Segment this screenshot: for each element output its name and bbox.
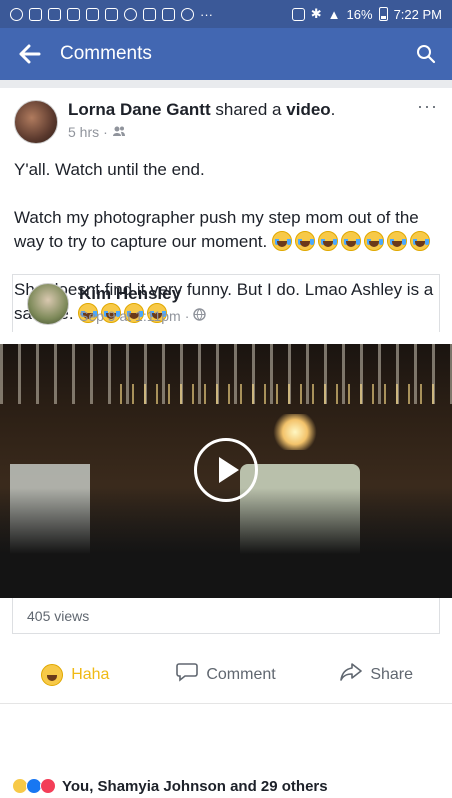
shared-timestamp[interactable]: Sep 9 at 1:11pm (79, 308, 181, 324)
shared-post: Kim Hensley Sep 9 at 1:11pm · (0, 274, 452, 332)
battery-icon (378, 7, 388, 21)
separator-dot: · (184, 307, 190, 324)
post-headline: Lorna Dane Gantt shared a video. (68, 100, 336, 119)
facebook-notification-icon (48, 7, 61, 21)
post-header: Lorna Dane Gantt shared a video. 5 hrs ·… (0, 88, 452, 144)
search-icon[interactable] (400, 44, 452, 64)
laugh-crying-emoji-icon (409, 231, 430, 251)
share-icon (340, 662, 363, 687)
clock-time: 7:22 PM (393, 6, 442, 22)
share-label: Share (370, 665, 414, 683)
instagram-icon (67, 7, 80, 21)
back-arrow-icon[interactable] (0, 44, 60, 64)
laugh-crying-emoji-icon (386, 231, 407, 251)
notification-icons: ··· (10, 7, 213, 22)
image-icon (162, 7, 175, 21)
messenger-icon (181, 7, 194, 21)
play-button-icon[interactable] (194, 438, 258, 502)
alarm-icon (291, 7, 305, 21)
post-paragraph: Y'all. Watch until the end. (14, 160, 205, 179)
reactions-summary[interactable]: You, Shamyia Johnson and 29 others (0, 774, 452, 798)
post-action-object[interactable]: video (286, 100, 330, 119)
mail-icon (86, 7, 99, 21)
comment-button[interactable]: Comment (151, 646, 302, 703)
post-actions: Haha Comment Share (0, 646, 452, 704)
app-bar: Comments (0, 28, 452, 80)
app-icon (105, 7, 118, 21)
post-action-text: shared a (215, 100, 282, 119)
bluetooth-icon: ✱ (310, 6, 322, 21)
more-notifications-icon: ··· (200, 6, 213, 22)
mail-icon (143, 7, 156, 21)
status-bar: ··· ✱ ▲ 16% 7:22 PM (0, 0, 452, 28)
video-player[interactable] (0, 344, 452, 598)
separator-dot: · (103, 124, 108, 140)
share-button[interactable]: Share (301, 646, 452, 703)
app-icon (124, 7, 137, 21)
video-frame-detail (270, 414, 320, 450)
page-title: Comments (60, 43, 152, 64)
video-frame-detail (120, 384, 440, 404)
post-paragraph: Watch my photographer push my step mom o… (14, 206, 438, 254)
notification-icon (10, 7, 23, 21)
laugh-crying-emoji-icon (363, 231, 384, 251)
avatar[interactable] (27, 282, 69, 325)
laugh-crying-emoji-icon (340, 231, 361, 251)
signal-icon: ▲ (327, 6, 341, 22)
haha-reaction-icon (41, 663, 64, 686)
haha-button[interactable]: Haha (0, 646, 151, 703)
more-options-icon[interactable]: ··· (417, 96, 438, 144)
laugh-crying-emoji-icon (271, 231, 292, 251)
facebook-notification-icon (29, 7, 42, 21)
video-frame-detail (0, 488, 452, 598)
shared-author[interactable]: Kim Hensley (79, 284, 206, 304)
reactions-summary-text: You, Shamyia Johnson and 29 others (62, 777, 328, 795)
laugh-crying-emoji-icon (294, 231, 315, 251)
haha-label: Haha (71, 665, 110, 683)
comment-icon (176, 662, 199, 687)
view-count: 405 views (12, 598, 440, 634)
love-reaction-icon (40, 778, 56, 794)
comment-label: Comment (206, 665, 276, 683)
avatar[interactable] (14, 100, 58, 144)
post-author[interactable]: Lorna Dane Gantt (68, 100, 211, 119)
post-timestamp[interactable]: 5 hrs (68, 124, 99, 140)
battery-percent: 16% (346, 6, 373, 22)
globe-icon (193, 307, 207, 324)
laugh-crying-emoji-icon (317, 231, 338, 251)
shared-post-header: Kim Hensley Sep 9 at 1:11pm · (12, 274, 440, 332)
friends-privacy-icon (112, 124, 126, 140)
